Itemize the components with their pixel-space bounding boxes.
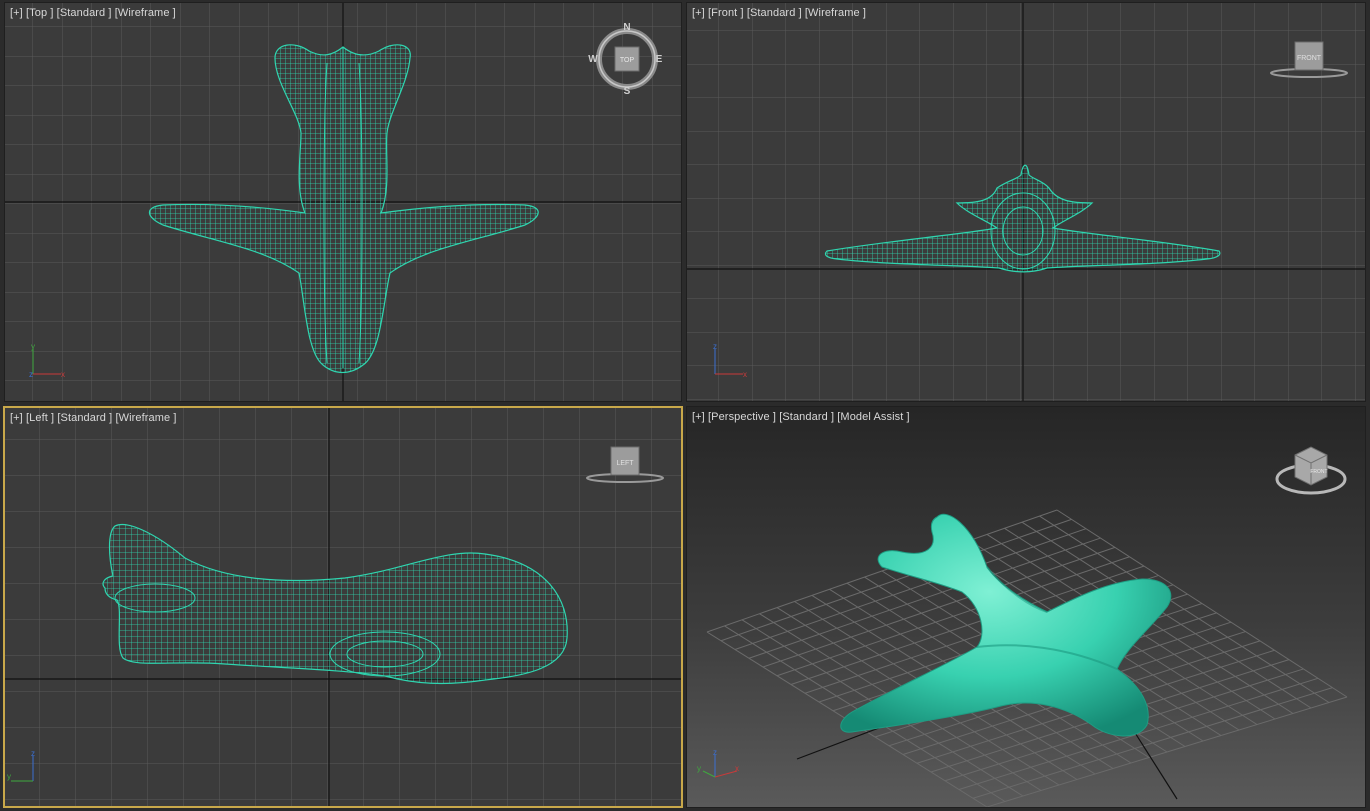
viewport-label-top: [+] [Top ] [Standard ] [Wireframe ] (10, 7, 176, 19)
axis-a-label: z (713, 342, 717, 351)
compass-w-label: W (588, 54, 598, 65)
compass-e-label: E (656, 54, 663, 65)
axis-a-label: z (713, 748, 717, 757)
compass-s-label: S (624, 86, 631, 97)
display-style-menu[interactable]: [Wireframe ] (115, 7, 176, 19)
viewcube-icon[interactable]: FRONT (1269, 39, 1353, 87)
axis-a-label: y (31, 342, 35, 351)
shading-menu[interactable]: [Standard ] (57, 7, 112, 19)
viewcube-icon[interactable]: LEFT (585, 444, 669, 492)
viewcube-face-label: FRONT (1310, 469, 1327, 475)
display-style-menu[interactable]: [Wireframe ] (805, 7, 866, 19)
viewcube-face-label: LEFT (616, 460, 634, 467)
axis-origin-label: z (29, 370, 33, 379)
axis-c-label: y (697, 764, 701, 773)
view-type-menu[interactable]: [Top ] (26, 7, 54, 19)
shading-menu[interactable]: [Standard ] (57, 412, 112, 424)
viewport-label-front: [+] [Front ] [Standard ] [Wireframe ] (692, 7, 866, 19)
grid-front (687, 3, 1365, 401)
viewport-left[interactable]: [+] [Left ] [Standard ] [Wireframe ] LEF… (3, 406, 683, 808)
display-style-menu[interactable]: [Model Assist ] (837, 411, 909, 423)
viewport-menu-button[interactable]: [+] (692, 7, 705, 19)
viewcube-compass-icon[interactable]: TOP N S E W (587, 19, 667, 99)
shading-menu[interactable]: [Standard ] (779, 411, 834, 423)
display-style-menu[interactable]: [Wireframe ] (115, 412, 176, 424)
view-type-menu[interactable]: [Perspective ] (708, 411, 776, 423)
viewport-perspective[interactable]: [+] [Perspective ] [Standard ] [Model As… (686, 406, 1366, 808)
viewport-top[interactable]: [+] [Top ] [Standard ] [Wireframe ] TOP … (4, 2, 682, 402)
axis-tripod-icon: z x y (697, 748, 739, 778)
view-type-menu[interactable]: [Front ] (708, 7, 744, 19)
view-type-menu[interactable]: [Left ] (26, 412, 54, 424)
viewport-menu-button[interactable]: [+] (692, 411, 705, 423)
axis-tripod-icon: z y (7, 749, 35, 782)
axis-b-label: y (7, 772, 11, 781)
viewport-front[interactable]: [+] [Front ] [Standard ] [Wireframe ] FR… (686, 2, 1366, 402)
shading-menu[interactable]: [Standard ] (747, 7, 802, 19)
viewport-label-left: [+] [Left ] [Standard ] [Wireframe ] (10, 412, 177, 424)
grid-top (5, 3, 681, 401)
axis-a-label: z (31, 749, 35, 758)
viewport-menu-button[interactable]: [+] (10, 7, 23, 19)
airplane-shaded-model[interactable] (840, 513, 1172, 737)
perspective-grid (706, 509, 1348, 807)
viewport-label-perspective: [+] [Perspective ] [Standard ] [Model As… (692, 411, 910, 423)
axis-tripod-icon: y x z (29, 342, 65, 379)
axis-b-label: x (743, 370, 747, 379)
viewcube-face-label: FRONT (1297, 55, 1322, 62)
compass-n-label: N (623, 22, 630, 33)
axis-b-label: x (61, 370, 65, 379)
viewport-menu-button[interactable]: [+] (10, 412, 23, 424)
grid-left (5, 408, 681, 806)
axis-b-label: x (735, 764, 739, 773)
viewcube-face-label: TOP (620, 57, 635, 64)
axis-tripod-icon: z x (713, 342, 747, 379)
viewcube-3d-icon[interactable]: FRONT (1271, 435, 1351, 505)
